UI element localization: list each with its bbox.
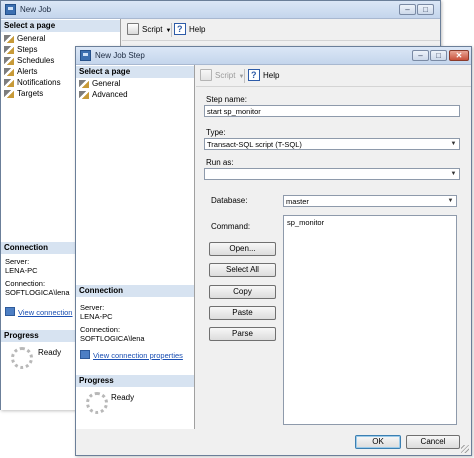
connection-properties-icon bbox=[80, 350, 90, 359]
open-button[interactable]: Open... bbox=[209, 242, 276, 256]
script-button[interactable]: Script ▼ bbox=[127, 23, 171, 37]
copy-button[interactable]: Copy bbox=[209, 285, 276, 299]
progress-header: Progress bbox=[76, 375, 194, 387]
page-list: General Advanced bbox=[76, 78, 194, 100]
back-toolbar: Script▼ Help bbox=[122, 19, 440, 41]
cancel-button[interactable]: Cancel bbox=[406, 435, 460, 449]
minimize-button[interactable]: – bbox=[412, 50, 429, 61]
close-icon: ✕ bbox=[455, 51, 463, 60]
type-label: Type: bbox=[206, 128, 226, 137]
select-page-header: Select a page bbox=[1, 20, 120, 32]
paste-button[interactable]: Paste bbox=[209, 306, 276, 320]
page-label: Alerts bbox=[17, 67, 38, 76]
maximize-button[interactable]: □ bbox=[430, 50, 447, 61]
minimize-icon: – bbox=[418, 51, 423, 60]
window-title: New Job Step bbox=[95, 51, 145, 60]
chevron-down-icon: ▼ bbox=[450, 141, 457, 147]
parse-button[interactable]: Parse bbox=[209, 327, 276, 341]
page-item-general[interactable]: General bbox=[76, 78, 194, 89]
script-icon bbox=[127, 23, 139, 35]
connection-header: Connection bbox=[76, 285, 194, 297]
new-job-titlebar[interactable]: New Job – □ bbox=[1, 1, 440, 19]
wrench-page-icon bbox=[4, 35, 14, 43]
wrench-page-icon bbox=[4, 90, 14, 98]
ok-button[interactable]: OK bbox=[355, 435, 401, 449]
run-as-label: Run as: bbox=[206, 158, 234, 167]
page-label: Steps bbox=[17, 45, 38, 54]
wrench-page-icon bbox=[79, 80, 89, 88]
connection-value: SOFTLOGICA\lena bbox=[80, 334, 145, 343]
help-button[interactable]: Help bbox=[174, 22, 206, 37]
chevron-down-icon: ▼ bbox=[447, 198, 454, 204]
step-name-field[interactable]: start sp_monitor bbox=[204, 105, 460, 117]
script-button[interactable]: Script ▼ bbox=[200, 69, 244, 83]
command-text: sp_monitor bbox=[287, 218, 325, 227]
minimize-button[interactable]: – bbox=[399, 4, 416, 15]
dialog-footer: OK Cancel bbox=[76, 429, 471, 455]
connection-properties-icon bbox=[5, 307, 15, 316]
help-label: Help bbox=[189, 25, 206, 34]
maximize-icon: □ bbox=[423, 5, 428, 14]
new-job-step-titlebar[interactable]: New Job Step – □ ✕ bbox=[76, 47, 471, 65]
new-job-step-window: New Job Step – □ ✕ Select a page General… bbox=[75, 46, 472, 456]
maximize-icon: □ bbox=[436, 51, 441, 60]
close-button[interactable]: ✕ bbox=[449, 50, 469, 61]
progress-status: Ready bbox=[111, 393, 135, 402]
type-value: Transact-SQL script (T-SQL) bbox=[207, 140, 302, 149]
window-title: New Job bbox=[20, 5, 52, 14]
run-as-select[interactable]: ▼ bbox=[204, 168, 460, 180]
database-select[interactable]: master ▼ bbox=[283, 195, 457, 207]
wrench-page-icon bbox=[4, 79, 14, 87]
help-icon bbox=[248, 68, 260, 82]
script-label: Script bbox=[215, 71, 236, 80]
app-icon bbox=[5, 4, 16, 15]
app-icon bbox=[80, 50, 91, 61]
command-editor[interactable]: sp_monitor bbox=[283, 215, 457, 425]
page-label: Notifications bbox=[17, 78, 61, 87]
server-label: Server: bbox=[80, 303, 105, 312]
wrench-page-icon bbox=[4, 68, 14, 76]
spinner-icon bbox=[86, 392, 108, 414]
help-icon bbox=[174, 22, 186, 36]
connection-info: Server: LENA-PC Connection: SOFTLOGICA\l… bbox=[80, 303, 194, 343]
front-toolbar: Script▼ Help bbox=[196, 65, 471, 87]
view-connection-link-row[interactable]: View connection bbox=[5, 307, 72, 317]
select-page-header: Select a page bbox=[76, 66, 194, 78]
database-value: master bbox=[286, 197, 309, 206]
page-label: Advanced bbox=[92, 90, 128, 99]
wrench-page-icon bbox=[79, 91, 89, 99]
toolbar-separator bbox=[244, 69, 245, 83]
help-button[interactable]: Help bbox=[248, 68, 280, 83]
toolbar-separator bbox=[171, 23, 172, 37]
connection-label: Connection: bbox=[80, 325, 121, 334]
page-label: General bbox=[17, 34, 46, 43]
view-connection-properties-link[interactable]: View connection properties bbox=[93, 351, 183, 360]
resize-grip[interactable] bbox=[461, 445, 469, 453]
wrench-page-icon bbox=[4, 46, 14, 54]
wrench-page-icon bbox=[4, 57, 14, 65]
script-label: Script bbox=[142, 25, 163, 34]
page-label: Targets bbox=[17, 89, 44, 98]
view-connection-link[interactable]: View connection bbox=[18, 308, 72, 317]
minimize-icon: – bbox=[405, 5, 410, 14]
progress-status: Ready bbox=[38, 348, 62, 357]
front-left-pane: Select a page General Advanced Connectio… bbox=[76, 65, 195, 429]
view-connection-properties-row[interactable]: View connection properties bbox=[80, 350, 183, 360]
select-all-button[interactable]: Select All bbox=[209, 263, 276, 277]
database-label: Database: bbox=[211, 196, 248, 205]
type-select[interactable]: Transact-SQL script (T-SQL) ▼ bbox=[204, 138, 460, 150]
chevron-down-icon: ▼ bbox=[450, 171, 457, 177]
help-label: Help bbox=[263, 71, 280, 80]
command-label: Command: bbox=[211, 222, 251, 231]
page-label: Schedules bbox=[17, 56, 55, 65]
spinner-icon bbox=[11, 347, 33, 369]
step-name-label: Step name: bbox=[206, 95, 247, 104]
page-item-general[interactable]: General bbox=[1, 33, 120, 44]
server-value: LENA-PC bbox=[80, 312, 113, 321]
page-item-advanced[interactable]: Advanced bbox=[76, 89, 194, 100]
script-icon bbox=[200, 69, 212, 81]
page-label: General bbox=[92, 79, 121, 88]
maximize-button[interactable]: □ bbox=[417, 4, 434, 15]
